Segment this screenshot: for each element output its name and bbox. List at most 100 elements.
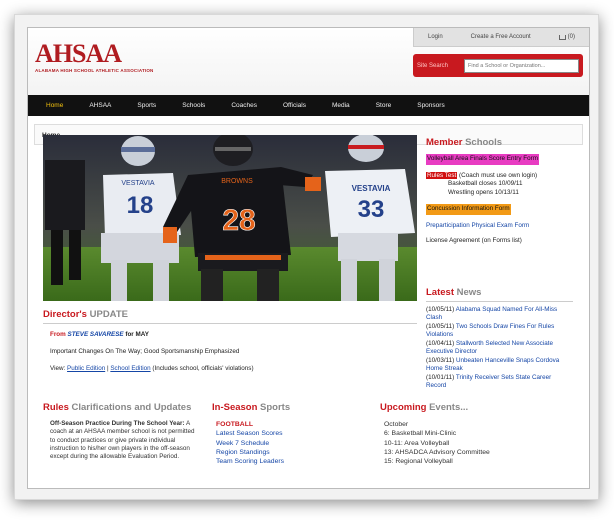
- director-title-b: UPDATE: [89, 309, 128, 320]
- news-date: (10/03/11): [426, 357, 455, 364]
- latest-news-panel: Latest News (10/05/11) Alabama Squad Nam…: [426, 287, 573, 391]
- news-item: (10/03/11) Unbeaten Hanceville Snaps Cor…: [426, 357, 573, 373]
- member-schools-panel: Member Schools Volleyball Area Finals Sc…: [426, 137, 573, 253]
- search-label: Site Search: [417, 62, 449, 69]
- nav-schools[interactable]: Schools: [182, 102, 205, 109]
- sport-label: FOOTBALL: [216, 421, 253, 428]
- event-item[interactable]: 6: Basketball Mini-Clinic: [384, 429, 573, 438]
- rules-test-link[interactable]: Rules Test: [426, 171, 458, 179]
- nav-ahsaa[interactable]: AHSAA: [89, 102, 111, 109]
- hero-jersey-right: 33: [358, 196, 385, 223]
- director-title-a: Director's: [43, 309, 87, 320]
- news-list: (10/05/11) Alabama Squad Named For All-M…: [426, 306, 573, 390]
- director-byline: From STEVE SAVARESE for MAY: [43, 331, 417, 338]
- hero-photo[interactable]: 18 VESTAVIA 28 BROWNS 33 VESTAVIA: [43, 135, 417, 301]
- hero-jersey-left: 18: [127, 192, 154, 219]
- director-view-links: View: Public Edition | School Edition (I…: [43, 365, 417, 372]
- hero-jersey-center: 28: [222, 204, 255, 237]
- nav-home[interactable]: Home: [46, 102, 63, 109]
- hero-team-right: VESTAVIA: [352, 184, 391, 193]
- latest-title-b: News: [456, 287, 482, 298]
- main-nav: Home AHSAA Sports Schools Coaches Offici…: [28, 95, 589, 116]
- create-account-link[interactable]: Create a Free Account: [471, 34, 531, 40]
- director-headline: Important Changes On The Way; Good Sport…: [50, 348, 240, 355]
- school-edition-link[interactable]: School Edition: [110, 365, 150, 372]
- cart-count: (0): [567, 34, 575, 40]
- member-title-a: Member: [426, 137, 463, 148]
- news-item: (10/05/11) Alabama Squad Named For All-M…: [426, 306, 573, 322]
- login-link[interactable]: Login: [428, 34, 443, 40]
- rules-heading: Rules Clarifications and Updates: [43, 402, 201, 413]
- preparticipation-form-link[interactable]: Preparticipation Physical Exam Form: [426, 222, 529, 229]
- logo-text: AHSAA: [35, 39, 122, 68]
- season-title-a: In-Season: [212, 402, 258, 413]
- view-label: View:: [50, 365, 66, 372]
- news-item: (10/01/11) Trinity Receiver Sets State C…: [426, 374, 573, 390]
- nav-sports[interactable]: Sports: [137, 102, 156, 109]
- director-for-may: for MAY: [125, 331, 149, 338]
- events-heading: Upcoming Events...: [380, 402, 573, 413]
- news-date: (10/05/11): [426, 323, 455, 330]
- season-title-b: Sports: [260, 402, 291, 413]
- event-item[interactable]: 15: Regional Volleyball: [384, 457, 573, 466]
- directors-update: Director's UPDATE From STEVE SAVARESE fo…: [43, 309, 417, 372]
- news-date: (10/01/11): [426, 374, 455, 381]
- nav-store[interactable]: Store: [376, 102, 392, 109]
- nav-sponsors[interactable]: Sponsors: [417, 102, 444, 109]
- upcoming-events-column: Upcoming Events... October 6: Basketball…: [380, 402, 573, 466]
- concussion-form-link[interactable]: Concussion Information Form: [426, 204, 511, 215]
- rules-title-b: Clarifications and Updates: [71, 402, 192, 413]
- in-season-heading: In-Season Sports: [212, 402, 367, 413]
- football-photo: 18 VESTAVIA 28 BROWNS 33 VESTAVIA: [43, 135, 417, 301]
- news-date: (10/05/11): [426, 306, 455, 313]
- site-search: Site Search: [413, 54, 583, 77]
- cart-link[interactable]: (0): [558, 34, 575, 40]
- nav-media[interactable]: Media: [332, 102, 350, 109]
- news-item: (10/05/11) Two Schools Draw Fines For Ru…: [426, 323, 573, 339]
- license-agreement-text[interactable]: License Agreement (on Forms list): [426, 237, 522, 244]
- basketball-closes: Basketball closes 10/09/11: [448, 180, 523, 187]
- event-item[interactable]: 10-11: Area Volleyball: [384, 439, 573, 448]
- ahsaa-logo[interactable]: AHSAA ALABAMA HIGH SCHOOL ATHLETIC ASSOC…: [35, 39, 154, 74]
- in-season-list: FOOTBALL Latest Season Scores Week 7 Sch…: [212, 420, 367, 466]
- season-link[interactable]: Latest Season Scores: [216, 429, 367, 438]
- event-item[interactable]: 13: AHSADCA Advisory Committee: [384, 448, 573, 457]
- season-link[interactable]: Region Standings: [216, 448, 367, 457]
- season-link[interactable]: Team Scoring Leaders: [216, 457, 367, 466]
- rules-item-heading: Off-Season Practice During The School Ye…: [50, 420, 185, 427]
- wrestling-opens: Wrestling opens 10/13/11: [448, 188, 519, 196]
- director-name-link[interactable]: STEVE SAVARESE: [68, 331, 124, 338]
- member-title-b: Schools: [465, 137, 503, 148]
- account-bar: Login Create a Free Account (0): [413, 28, 589, 47]
- view-separator: |: [106, 365, 109, 372]
- latest-news-heading: Latest News: [426, 287, 573, 302]
- rules-title-a: Rules: [43, 402, 69, 413]
- events-month: October: [384, 421, 409, 428]
- in-season-column: In-Season Sports FOOTBALL Latest Season …: [212, 402, 367, 466]
- site-header: AHSAA ALABAMA HIGH SCHOOL ATHLETIC ASSOC…: [28, 28, 589, 95]
- events-title-b: Events...: [429, 402, 469, 413]
- directors-update-heading: Director's UPDATE: [43, 309, 417, 324]
- screenshot-frame: AHSAA ALABAMA HIGH SCHOOL ATHLETIC ASSOC…: [14, 14, 599, 500]
- events-title-a: Upcoming: [380, 402, 427, 413]
- member-schools-heading: Member Schools: [426, 137, 573, 148]
- season-link[interactable]: Week 7 Schedule: [216, 439, 367, 448]
- nav-coaches[interactable]: Coaches: [231, 102, 257, 109]
- rules-test-block: Rules Test (Coach must use own login) Ba…: [426, 171, 573, 198]
- latest-title-a: Latest: [426, 287, 454, 298]
- news-item: (10/04/11) Stallworth Selected New Assoc…: [426, 340, 573, 356]
- rules-column: Rules Clarifications and Updates Off-Sea…: [43, 402, 201, 461]
- cart-icon: [558, 34, 566, 40]
- nav-officials[interactable]: Officials: [283, 102, 306, 109]
- rules-test-note: (Coach must use own login): [459, 171, 538, 179]
- news-date: (10/04/11): [426, 340, 455, 347]
- director-from: From: [50, 331, 66, 338]
- volleyball-form-link[interactable]: Volleyball Area Finals Score Entry Form: [426, 154, 539, 165]
- school-edition-note: (Includes school, officials' violations): [152, 365, 254, 372]
- logo-subtitle: ALABAMA HIGH SCHOOL ATHLETIC ASSOCIATION: [35, 68, 154, 73]
- hero-team-left: VESTAVIA: [121, 180, 155, 187]
- events-list: October 6: Basketball Mini-Clinic 10-11:…: [380, 420, 573, 466]
- public-edition-link[interactable]: Public Edition: [67, 365, 105, 372]
- search-input[interactable]: [464, 58, 579, 73]
- hero-team-center: BROWNS: [221, 178, 253, 185]
